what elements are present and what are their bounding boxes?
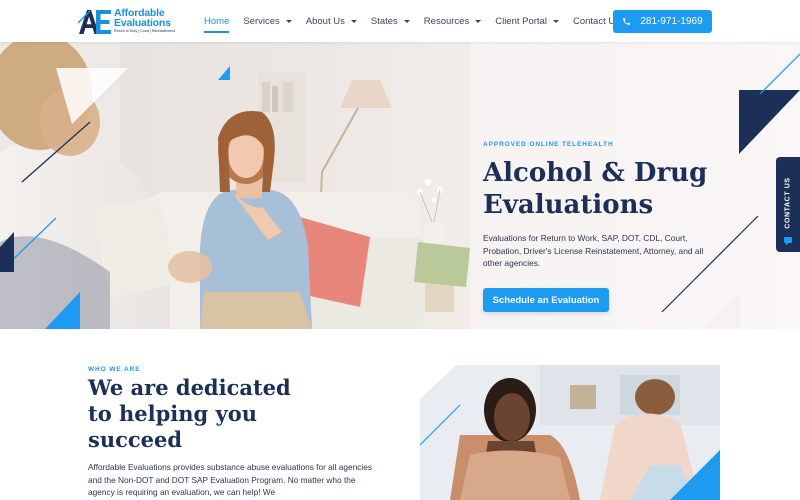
hero-title-line2: Evaluations (483, 190, 654, 220)
nav-item-label: States (370, 15, 398, 27)
site-header: Affordable Evaluations Return to Duty | … (0, 0, 800, 42)
nav-item-label: About Us (305, 15, 345, 27)
contact-us-tab[interactable]: CONTACT US (776, 157, 800, 252)
hero-section: APPROVED ONLINE TELEHEALTH Alcohol & Dru… (0, 42, 800, 329)
hero-title-line1: Alcohol & Drug (483, 158, 708, 188)
who-title-line1: We are dedicated (88, 375, 291, 400)
main-nav: Home Services About Us States Resources … (204, 0, 634, 42)
chevron-down-icon (285, 19, 292, 23)
brand-name-line2: Evaluations (114, 17, 171, 29)
nav-item-label: Resources (423, 15, 470, 27)
hero-title: Alcohol & Drug Evaluations (483, 157, 783, 221)
chevron-down-icon (350, 19, 357, 23)
logo-mark-icon (78, 10, 111, 34)
nav-item-label: Client Portal (495, 15, 547, 27)
brand-tagline: Return to Duty | Court | Reinstatement (114, 29, 175, 33)
who-description: Affordable Evaluations provides substanc… (88, 462, 372, 497)
nav-item-label: Home (204, 15, 230, 27)
nav-item-resources[interactable]: Resources (423, 15, 482, 27)
logo[interactable]: Affordable Evaluations Return to Duty | … (78, 7, 186, 35)
hero-description: Evaluations for Return to Work, SAP, DOT… (483, 233, 704, 268)
nav-item-home[interactable]: Home (204, 15, 230, 33)
hero-eyebrow: APPROVED ONLINE TELEHEALTH (483, 141, 614, 148)
chevron-down-icon (475, 19, 482, 23)
nav-item-label: Services (243, 15, 280, 27)
phone-icon (623, 18, 631, 25)
contact-tab-label: CONTACT US (784, 177, 792, 229)
who-title-line3: succeed (88, 427, 183, 452)
counseling-photo (420, 365, 720, 500)
schedule-evaluation-button[interactable]: Schedule an Evaluation (483, 288, 609, 312)
chevron-down-icon (403, 19, 410, 23)
nav-item-states[interactable]: States (371, 16, 410, 27)
hero-photo (0, 42, 470, 329)
phone-button[interactable]: 281-971-1969 (613, 10, 712, 33)
who-eyebrow: WHO WE ARE (88, 366, 141, 373)
nav-item-about-us[interactable]: About Us (306, 16, 357, 27)
who-title-line2: to helping you (88, 401, 258, 426)
chevron-down-icon (552, 19, 559, 23)
phone-number: 281-971-1969 (640, 16, 703, 27)
chat-icon (784, 237, 792, 246)
nav-item-client-portal[interactable]: Client Portal (495, 16, 559, 27)
who-title: We are dedicated to helping you succeed (88, 375, 348, 453)
nav-item-services[interactable]: Services (243, 15, 292, 27)
